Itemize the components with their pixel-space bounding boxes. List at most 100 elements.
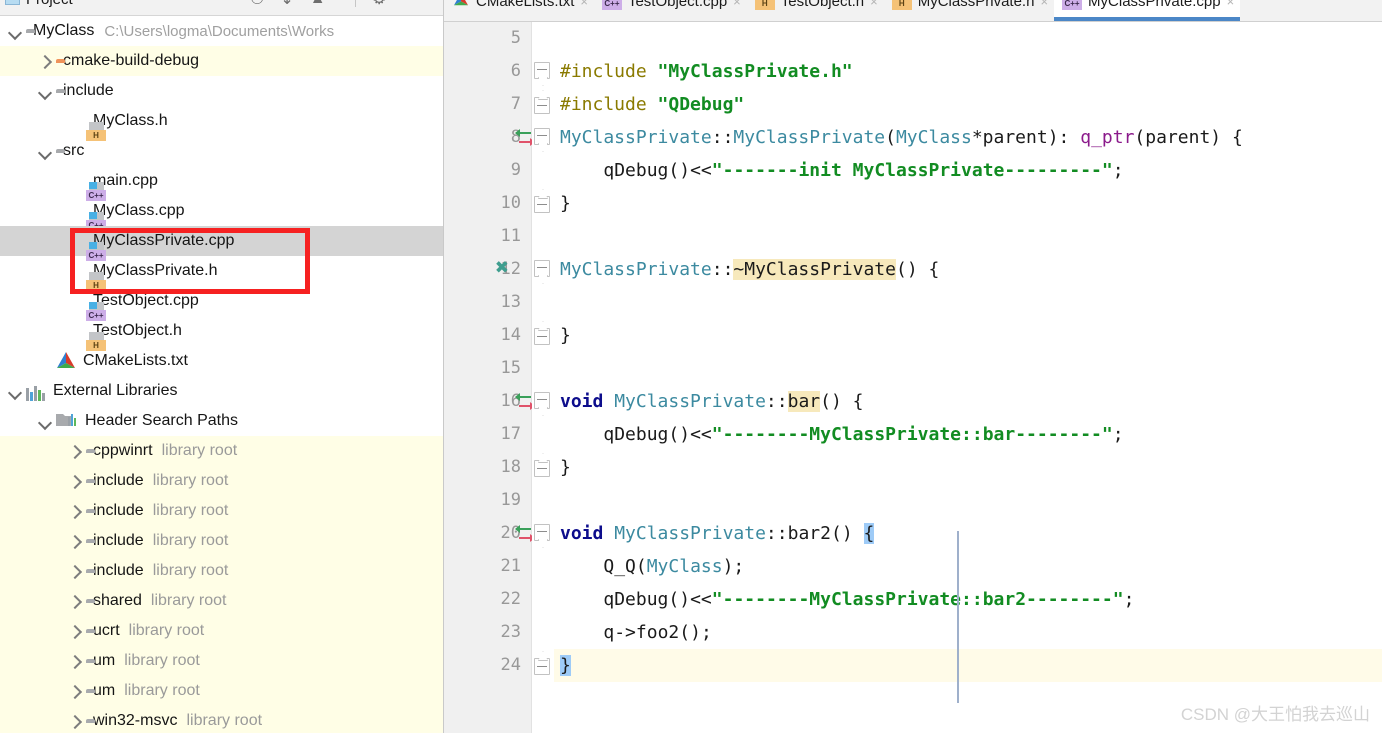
tree-node-lib-include-4[interactable]: include library root [0,556,443,586]
close-icon[interactable]: × [580,0,588,9]
fold-collapse-icon[interactable] [534,128,550,145]
tree-node-myclass[interactable]: MyClass C:\Users\logma\Documents\Works [0,16,443,46]
tree-node-header-search-paths[interactable]: Header Search Paths [0,406,443,436]
tree-node-cmakelists-txt[interactable]: CMakeLists.txt [0,346,443,376]
expand-icon[interactable]: ▲ [310,0,326,8]
gutter-implements-overrides-icon[interactable] [490,121,535,154]
code-line[interactable]: } [554,319,1382,352]
tab-cmakelists[interactable]: CMakeLists.txt × [444,0,594,21]
gutter-destructor-icon[interactable]: ✖ [490,253,514,286]
fold-collapse-icon[interactable] [534,524,550,541]
code-line[interactable]: void MyClassPrivate::bar2() { [554,517,1382,550]
chevron-right-icon[interactable] [68,714,82,728]
fold-row [532,286,554,319]
fold-end-icon[interactable] [534,658,550,675]
line-number: 11 [500,226,521,246]
chevron-right-icon[interactable] [68,504,82,518]
fold-collapse-icon[interactable] [534,392,550,409]
close-icon[interactable]: × [870,0,878,9]
chevron-down-icon[interactable] [38,414,52,428]
code-line[interactable]: qDebug()<<"--------MyClassPrivate::bar2-… [554,583,1382,616]
locate-icon[interactable]: ☉ [250,0,264,9]
code-line[interactable] [554,286,1382,319]
tree-node-cmake-build-debug[interactable]: cmake-build-debug [0,46,443,76]
chevron-right-icon[interactable] [68,624,82,638]
tab-myclassprivate-h[interactable]: H MyClassPrivate.h × [884,0,1054,21]
chevron-right-icon[interactable] [68,534,82,548]
code-line[interactable]: qDebug()<<"--------MyClassPrivate::bar--… [554,418,1382,451]
chevron-right-icon[interactable] [68,474,82,488]
fold-row [532,121,554,154]
tree-node-testobject-h[interactable]: H TestObject.h [0,316,443,351]
chevron-right-icon[interactable] [38,54,52,68]
code-line[interactable] [554,484,1382,517]
tree-node-lib-cppwinrt[interactable]: cppwinrt library root [0,436,443,466]
editor-gutter[interactable]: 5 6 7 8 9 10 11 12 ✖ 13 14 15 16 17 18 19 20 21 22 23 24 [444,22,535,733]
fold-end-icon[interactable] [534,97,550,114]
code-line[interactable]: #include "QDebug" [554,88,1382,121]
code-line[interactable]: } [554,187,1382,220]
line-number: 21 [500,556,521,576]
tree-node-lib-um-1[interactable]: um library root [0,646,443,676]
chevron-down-icon[interactable] [8,24,22,38]
fold-end-icon[interactable] [534,460,550,477]
gutter-implements-overrides-icon[interactable] [490,517,535,550]
tree-node-testobject-cpp[interactable]: C++ TestObject.cpp [0,286,443,321]
settings-gear-icon[interactable]: ⚙ [372,0,386,9]
fold-end-icon[interactable] [534,196,550,213]
code-line[interactable]: qDebug()<<"-------init MyClassPrivate---… [554,154,1382,187]
code-editor[interactable]: 5 6 7 8 9 10 11 12 ✖ 13 14 15 16 17 18 19 20 21 22 23 24 #in… [444,22,1382,733]
close-icon[interactable]: × [733,0,741,9]
tree-node-label: cppwinrt [93,442,153,459]
code-line[interactable] [554,22,1382,55]
code-line[interactable]: MyClassPrivate::MyClassPrivate(MyClass*p… [554,121,1382,154]
chevron-down-icon[interactable] [38,144,52,158]
fold-collapse-icon[interactable] [534,62,550,79]
tree-node-lib-ucrt[interactable]: ucrt library root [0,616,443,646]
tree-node-myclassprivate-cpp[interactable]: C++ MyClassPrivate.cpp [0,226,443,261]
line-number: 16 [444,385,535,418]
tree-node-myclass-h[interactable]: H MyClass.h [0,106,443,141]
tree-node-myclass-cpp[interactable]: C++MyClass.cpp [0,196,443,231]
close-icon[interactable]: × [1040,0,1048,9]
code-line[interactable]: q->foo2(); [554,616,1382,649]
tree-node-src[interactable]: src [0,136,443,166]
tree-node-lib-include-3[interactable]: include library root [0,526,443,556]
tree-node-lib-include-2[interactable]: include library root [0,496,443,526]
code-line[interactable]: } [554,451,1382,484]
tree-node-lib-include-1[interactable]: include library root [0,466,443,496]
tree-node-main-cpp[interactable]: C++ main.cpp [0,166,443,201]
code-line[interactable]: MyClassPrivate::~MyClassPrivate() { [554,253,1382,286]
tab-testobject-cpp[interactable]: C++ TestObject.cpp × [594,0,747,21]
tool-window-actions: ☉ ↧ ▲ [250,0,326,9]
tree-node-lib-win32-msvc[interactable]: win32-msvc library root [0,706,443,733]
chevron-down-icon[interactable] [38,84,52,98]
code-line[interactable]: Q_Q(MyClass); [554,550,1382,583]
fold-end-icon[interactable] [534,328,550,345]
tree-node-myclassprivate-h[interactable]: H MyClassPrivate.h [0,256,443,291]
chevron-right-icon[interactable] [68,654,82,668]
code-line[interactable]: #include "MyClassPrivate.h" [554,55,1382,88]
chevron-down-icon[interactable] [8,384,22,398]
code-line[interactable]: void MyClassPrivate::bar() { [554,385,1382,418]
tree-node-lib-um-2[interactable]: um library root [0,676,443,706]
code-line[interactable] [554,352,1382,385]
collapse-all-icon[interactable]: ↧ [280,0,293,9]
tab-myclassprivate-cpp[interactable]: C++ MyClassPrivate.cpp × [1054,0,1241,21]
code-line[interactable] [554,220,1382,253]
tab-testobject-h[interactable]: H TestObject.h × [747,0,884,21]
fold-collapse-icon[interactable] [534,260,550,277]
tree-node-include[interactable]: include [0,76,443,106]
editor-fold-column[interactable] [532,22,554,733]
close-icon[interactable]: × [1227,0,1235,9]
chevron-right-icon[interactable] [68,564,82,578]
chevron-right-icon[interactable] [68,684,82,698]
line-number: 12 ✖ [444,253,531,286]
code-line[interactable]: } [554,649,1382,682]
editor-text-area[interactable]: #include "MyClassPrivate.h" #include "QDe… [554,22,1382,733]
tree-node-lib-shared[interactable]: shared library root [0,586,443,616]
tree-node-external-libraries[interactable]: External Libraries [0,376,443,406]
chevron-right-icon[interactable] [68,444,82,458]
gutter-implements-overrides-icon[interactable] [490,385,535,418]
chevron-right-icon[interactable] [68,594,82,608]
